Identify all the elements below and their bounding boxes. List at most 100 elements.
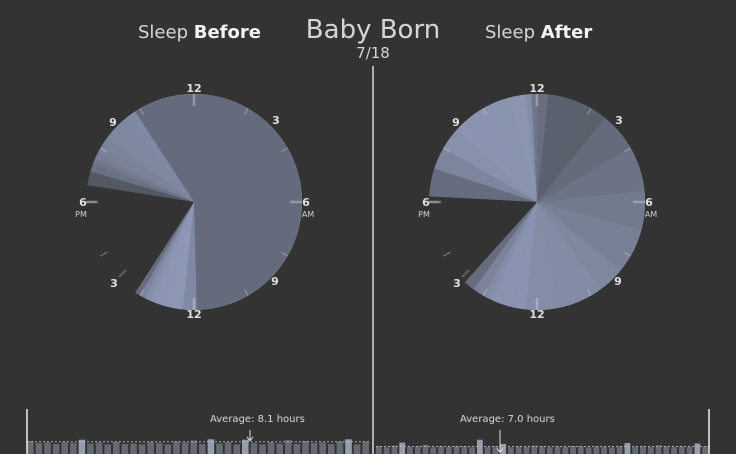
daily-bar [585,447,592,454]
daily-bar [293,443,301,454]
daily-bar [577,446,584,454]
daily-bar [156,443,163,454]
sleep-comparison-dashboard: 12 3 6 9 12 3 6 9 AM PM 12 3 6 9 12 3 6 9 AM PM Sleep Befor… [0,0,736,454]
daily-bar [44,442,51,454]
daily-bar [310,443,318,454]
diagonal-tick [118,268,128,278]
daily-bar [224,442,232,454]
daily-bar [570,446,576,454]
after-title: Sleep After [485,22,592,43]
daily-bar [216,443,223,454]
daily-bar [27,440,34,454]
daily-bar [259,444,266,454]
hour-label-12-top: 12 [529,82,544,95]
daily-bar [593,446,600,454]
hour-label-3-bottom: 3 [110,277,118,290]
daily-bar [539,446,545,454]
hour-label-6-pm: 6 [79,196,87,209]
hour-label-9-top: 9 [452,116,460,129]
daily-bar [121,443,129,454]
daily-bar [376,446,382,454]
daily-bar [678,446,685,454]
daily-bar [87,443,94,454]
daily-bar [35,443,43,454]
daily-bar [609,447,615,454]
diagonal-tick [461,268,471,278]
daily-bar [95,442,103,454]
daily-bar [546,447,553,454]
am-label: AM [302,210,314,219]
daily-bar [523,446,530,454]
daily-bar [508,447,514,454]
daily-bar [267,442,275,454]
daily-bar [104,444,111,454]
daily-bar [276,443,283,454]
daily-bar [336,441,344,454]
after-average-label: Average: 7.0 hours [460,414,555,425]
daily-bar [407,446,413,454]
clock-before: 12 3 6 9 12 3 6 9 AM PM [75,82,314,321]
daily-bar [616,446,623,454]
daily-bar [601,446,608,454]
daily-bars-after [376,439,710,454]
hour-label-3-top: 3 [615,114,623,127]
after-title-emph: After [540,22,593,43]
hour-label-12-bottom: 12 [186,308,201,321]
daily-bar [414,446,421,454]
birth-date: 7/18 [356,44,390,62]
daily-bar [632,446,639,454]
daily-bar [319,442,326,454]
daily-bar [199,443,206,454]
daily-bar [694,443,701,454]
daily-bar [353,444,361,454]
hour-label-6-am: 6 [302,196,310,209]
daily-bar [663,446,670,454]
hour-label-9-bottom: 9 [271,275,279,288]
daily-bar [554,446,561,454]
daily-bar [671,447,677,454]
daily-bar [531,445,538,454]
daily-bar [233,444,240,454]
daily-bar [476,439,483,454]
daily-bar [147,442,154,454]
daily-bar [173,441,180,454]
hour-label-12-top: 12 [186,82,201,95]
daily-bar [181,442,189,454]
daily-bar [61,442,68,454]
daily-bar [438,446,444,454]
daily-bar [302,440,309,454]
hour-label-3-top: 3 [272,114,280,127]
daily-bar [430,447,437,454]
daily-bar [647,446,654,454]
daily-bar [130,443,137,454]
daily-bar [515,446,522,454]
hour-label-6-pm: 6 [422,196,430,209]
hour-label-12-bottom: 12 [529,308,544,321]
daily-bar [328,443,335,454]
daily-bar [362,441,369,454]
pm-label: PM [418,210,430,219]
before-average-label: Average: 8.1 hours [210,414,305,425]
daily-bar [138,444,146,454]
daily-bar [383,447,390,454]
daily-bar [484,446,491,454]
daily-bar [702,446,708,454]
daily-bar [70,443,77,454]
daily-bars-before [27,439,371,454]
hour-label-9-top: 9 [109,116,117,129]
daily-bar [640,446,646,454]
overlay-tick [100,251,107,257]
pm-label: PM [75,210,87,219]
daily-bar [469,447,475,454]
daily-bar [164,444,172,454]
daily-bar [453,446,460,454]
daily-bar [391,445,398,454]
daily-bar [52,443,60,454]
daily-bar [113,441,120,454]
daily-bar [250,443,258,454]
after-title-word: Sleep [485,22,536,43]
daily-bar [461,446,468,454]
hour-label-6-am: 6 [645,196,653,209]
hour-label-3-bottom: 3 [453,277,461,290]
daily-bar [190,440,197,454]
